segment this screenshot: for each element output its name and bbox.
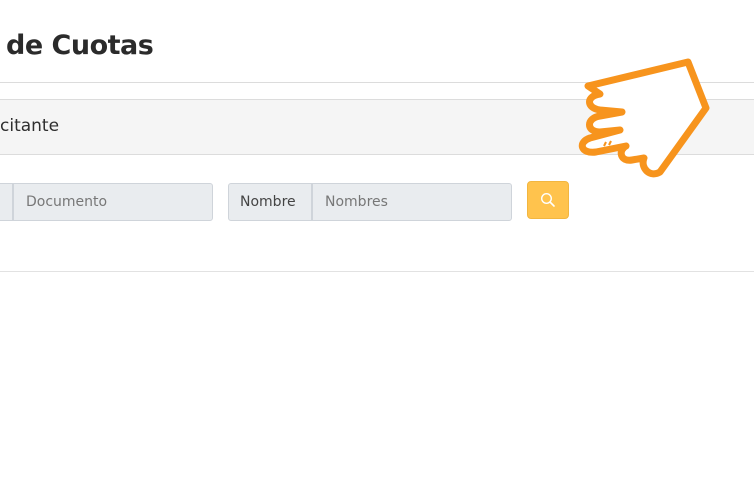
document-addon bbox=[0, 183, 13, 221]
divider bbox=[0, 271, 754, 272]
name-input-group: Nombre Nombres bbox=[228, 183, 512, 221]
document-input-group: Documento bbox=[0, 183, 213, 221]
name-input[interactable]: Nombres bbox=[312, 183, 512, 221]
pointing-hand-icon bbox=[578, 58, 710, 178]
document-input[interactable]: Documento bbox=[13, 183, 213, 221]
search-icon bbox=[540, 192, 555, 207]
page: de Cuotas citante Documento Nombre Nombr… bbox=[0, 0, 754, 503]
section-header-label: citante bbox=[0, 116, 60, 136]
page-title: de Cuotas bbox=[6, 30, 154, 61]
name-label: Nombre bbox=[228, 183, 312, 221]
search-button[interactable] bbox=[527, 181, 569, 219]
